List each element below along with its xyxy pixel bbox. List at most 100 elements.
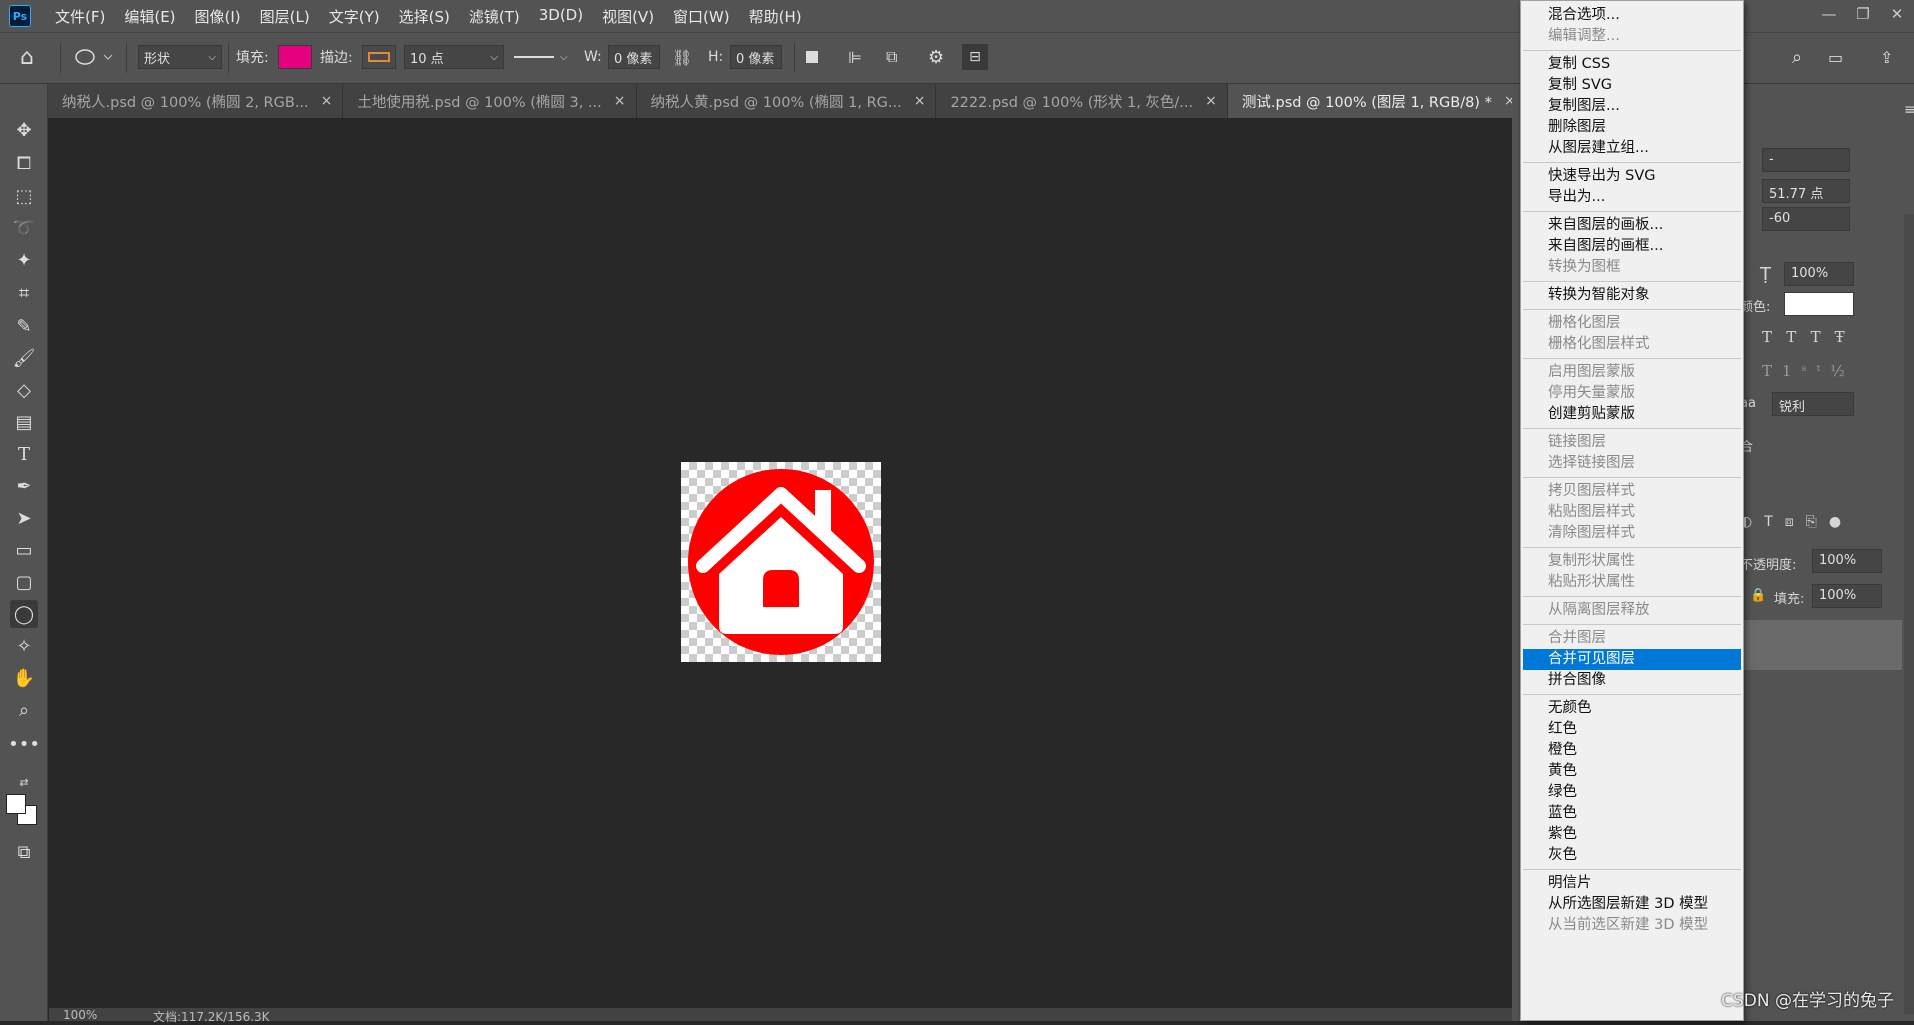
ellipse-tool-preset[interactable] [74,44,114,70]
document-tab[interactable]: 纳税人黄.psd @ 100% (椭圆 1, RG... × [637,84,937,118]
menu-0[interactable]: 文件(F) [55,6,105,27]
path-alignment-icon[interactable]: ⊫ [848,44,862,70]
link-icon[interactable]: ⛓ [672,44,692,70]
opentype-icons[interactable]: T1ˢᵗ½ [1762,362,1855,380]
panel-scrollbar[interactable] [1904,214,1914,1014]
menu-8[interactable]: 视图(V) [602,6,654,27]
more-tools-icon[interactable]: ••• [8,730,40,758]
context-menu-item[interactable]: 混合选项... [1523,5,1741,26]
artboard-tool-icon[interactable]: ⧠ [10,149,38,177]
context-menu-item[interactable]: 复制 SVG [1523,75,1741,96]
align-edges-icon[interactable]: ⊟ [962,44,988,70]
context-menu-item[interactable]: 来自图层的画框... [1523,236,1741,257]
menu-2[interactable]: 图像(I) [195,6,241,27]
context-menu-item[interactable]: 橙色 [1523,740,1741,761]
context-menu-item[interactable]: 从所选图层新建 3D 模型 [1523,894,1741,915]
foreground-color-swatch[interactable] [6,794,26,814]
context-menu-item[interactable]: 灰色 [1523,845,1741,866]
context-menu-item[interactable]: 来自图层的画板... [1523,215,1741,236]
ellipse-tool-icon[interactable]: ◯ [10,600,38,628]
panel-menu-icon[interactable]: ≡ [1904,102,1914,118]
rectangle-tool-icon[interactable]: ▭ [10,536,38,564]
context-menu-item[interactable]: 复制 CSS [1523,54,1741,75]
crop-tool-icon[interactable]: ⌗ [10,279,38,307]
text-style-icons[interactable]: TTTŦ [1762,328,1859,346]
gradient-tool-icon[interactable]: ▤ [10,408,38,436]
swap-colors-icon[interactable]: ⇄ [10,768,38,796]
context-menu-item[interactable]: 导出为... [1523,187,1741,208]
menu-6[interactable]: 滤镜(T) [469,6,520,27]
context-menu-item[interactable]: 明信片 [1523,873,1741,894]
home-icon[interactable]: ⌂ [20,44,34,70]
context-menu-item[interactable]: 绿色 [1523,782,1741,803]
context-menu-item[interactable]: 红色 [1523,719,1741,740]
width-field[interactable]: 0 像素 [608,45,660,69]
document-tab[interactable]: 纳税人.psd @ 100% (椭圆 2, RGB... × [48,84,344,118]
path-arrangement-icon[interactable]: ⧉ [886,44,897,70]
document-tab[interactable]: 土地使用税.psd @ 100% (椭圆 3, ... × [343,84,637,118]
brush-tool-icon[interactable]: 🖌 [10,344,38,372]
menu-5[interactable]: 选择(S) [399,6,450,27]
lock-icon[interactable]: 🔒 [1750,588,1766,603]
context-menu-item[interactable]: 蓝色 [1523,803,1741,824]
path-operations-icon[interactable] [806,44,818,70]
stroke-color-swatch[interactable] [362,45,396,69]
zoom-tool-icon[interactable]: ⌕ [10,696,38,724]
menu-3[interactable]: 图层(L) [260,6,310,27]
context-menu-item[interactable]: 紫色 [1523,824,1741,845]
type-tool-icon[interactable]: T [10,440,38,468]
eyedropper-tool-icon[interactable]: ✎ [10,312,38,340]
hand-tool-icon[interactable]: ✋ [10,664,38,692]
pen-tool-icon[interactable]: ✒ [10,472,38,500]
custom-shape-tool-icon[interactable]: ✧ [10,632,38,660]
restore-icon[interactable]: ❐ [1846,5,1880,23]
workspace-icon[interactable]: ▭ [1828,44,1843,70]
context-menu-item[interactable]: 拼合图像 [1523,670,1741,691]
menu-10[interactable]: 帮助(H) [749,6,802,27]
close-icon[interactable]: ✕ [1880,5,1914,23]
context-menu-item[interactable]: 无颜色 [1523,698,1741,719]
screen-mode-icon[interactable]: ⧉ [10,838,38,866]
path-selection-tool-icon[interactable]: ➤ [10,504,38,532]
character-style-field[interactable]: - [1762,148,1850,172]
gear-icon[interactable]: ⚙ [928,44,944,70]
opacity-field[interactable]: 100% [1812,549,1882,573]
context-menu-item[interactable]: 复制图层... [1523,96,1741,117]
context-menu-item[interactable]: 快速导出为 SVG [1523,166,1741,187]
stroke-size-field[interactable]: 10 点 ⌵ [404,45,504,69]
context-menu-item[interactable]: 合并可见图层 [1523,649,1741,670]
context-menu-item[interactable]: 转换为智能对象 [1523,285,1741,306]
minimize-icon[interactable]: — [1812,5,1846,23]
zoom-level[interactable]: 100% [63,1008,97,1022]
menu-9[interactable]: 窗口(W) [673,6,730,27]
context-menu-item[interactable]: 创建剪贴蒙版 [1523,404,1741,425]
context-menu-item[interactable]: 黄色 [1523,761,1741,782]
menu-7[interactable]: 3D(D) [539,6,583,27]
lasso-tool-icon[interactable]: ➰ [10,214,38,242]
selected-layer-row[interactable] [1732,620,1902,670]
anti-alias-select[interactable]: 锐利 [1772,392,1854,416]
context-menu-item[interactable]: 删除图层 [1523,117,1741,138]
marquee-tool-icon[interactable]: ⬚ [10,182,38,210]
magic-wand-tool-icon[interactable]: ✦ [10,246,38,274]
share-icon[interactable]: ⇪ [1880,44,1893,70]
rounded-rectangle-tool-icon[interactable]: ▢ [10,568,38,596]
search-icon[interactable]: ⌕ [1792,44,1802,70]
layer-filter-icons[interactable]: ◐T⧈⎘● [1740,514,1853,530]
menu-1[interactable]: 编辑(E) [124,6,175,27]
horizontal-scale-field[interactable]: 100% [1784,262,1854,286]
mode-select[interactable]: 形状 ⌵ [138,45,222,69]
menu-4[interactable]: 文字(Y) [329,6,380,27]
close-tab-icon[interactable]: × [614,93,626,109]
move-tool-icon[interactable]: ✥ [10,116,38,144]
document-canvas[interactable] [681,462,881,662]
fill-color-swatch[interactable] [278,45,312,69]
text-color-swatch[interactable] [1784,292,1854,316]
stroke-type-select[interactable]: ⌵ [514,44,574,70]
tracking-field[interactable]: -60 [1762,207,1850,231]
fill-field[interactable]: 100% [1812,584,1882,608]
close-tab-icon[interactable]: × [321,93,333,109]
context-menu-item[interactable]: 从图层建立组... [1523,138,1741,159]
close-tab-icon[interactable]: × [914,93,926,109]
height-field[interactable]: 0 像素 [730,45,782,69]
